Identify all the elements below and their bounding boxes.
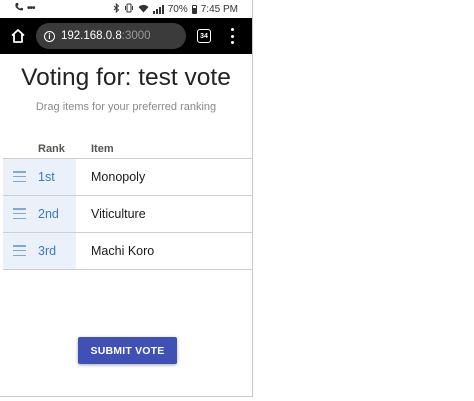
url-port: :3000 <box>121 30 151 42</box>
home-icon[interactable] <box>9 27 27 45</box>
tabs-icon[interactable]: 34 <box>197 29 211 43</box>
phone-screen: ••• 70% 7:45 PM i 192.168.0.8:3000 34 V… <box>0 0 253 397</box>
info-icon[interactable]: i <box>44 30 55 42</box>
page-title: Voting for: test vote <box>21 64 231 91</box>
drag-handle-icon[interactable] <box>13 208 26 219</box>
address-bar[interactable]: i 192.168.0.8:3000 <box>36 23 186 49</box>
submit-vote-button[interactable]: SUBMIT VOTE <box>78 337 177 364</box>
more-dots-icon: ••• <box>27 3 35 14</box>
ranking-row[interactable]: 2nd Viticulture <box>3 196 252 233</box>
ranking-list: 1st Monopoly 2nd Viticulture 3rd Machi K… <box>3 158 252 270</box>
status-left: ••• <box>14 2 35 15</box>
item-label: Monopoly <box>91 170 146 184</box>
vibrate-icon <box>124 3 134 16</box>
ranking-row[interactable]: 3rd Machi Koro <box>3 233 252 270</box>
status-right: 70% 7:45 PM <box>113 2 238 16</box>
status-bar: ••• 70% 7:45 PM <box>0 0 252 18</box>
browser-toolbar: i 192.168.0.8:3000 34 <box>0 18 252 54</box>
drag-handle-icon[interactable] <box>13 245 26 256</box>
url-host: 192.168.0.8 <box>61 30 122 42</box>
column-header-rank: Rank <box>38 143 65 155</box>
bluetooth-icon <box>113 2 120 16</box>
signal-icon <box>152 5 164 14</box>
table-header: Rank Item <box>0 142 252 158</box>
clock: 7:45 PM <box>200 4 238 15</box>
rank-label: 1st <box>38 170 55 184</box>
phone-call-icon <box>14 2 24 15</box>
rank-label: 2nd <box>38 207 59 221</box>
tab-count: 34 <box>200 32 208 40</box>
item-label: Viticulture <box>91 207 146 221</box>
battery-percent: 70% <box>167 4 188 15</box>
overflow-menu-icon[interactable] <box>228 28 236 44</box>
column-header-item: Item <box>91 143 114 155</box>
drag-handle-icon[interactable] <box>13 171 26 182</box>
page-subtitle: Drag items for your preferred ranking <box>35 101 217 113</box>
ranking-row[interactable]: 1st Monopoly <box>3 159 252 196</box>
item-label: Machi Koro <box>91 244 155 258</box>
battery-icon <box>191 5 197 14</box>
rank-label: 3rd <box>38 244 57 258</box>
wifi-icon <box>138 4 149 16</box>
